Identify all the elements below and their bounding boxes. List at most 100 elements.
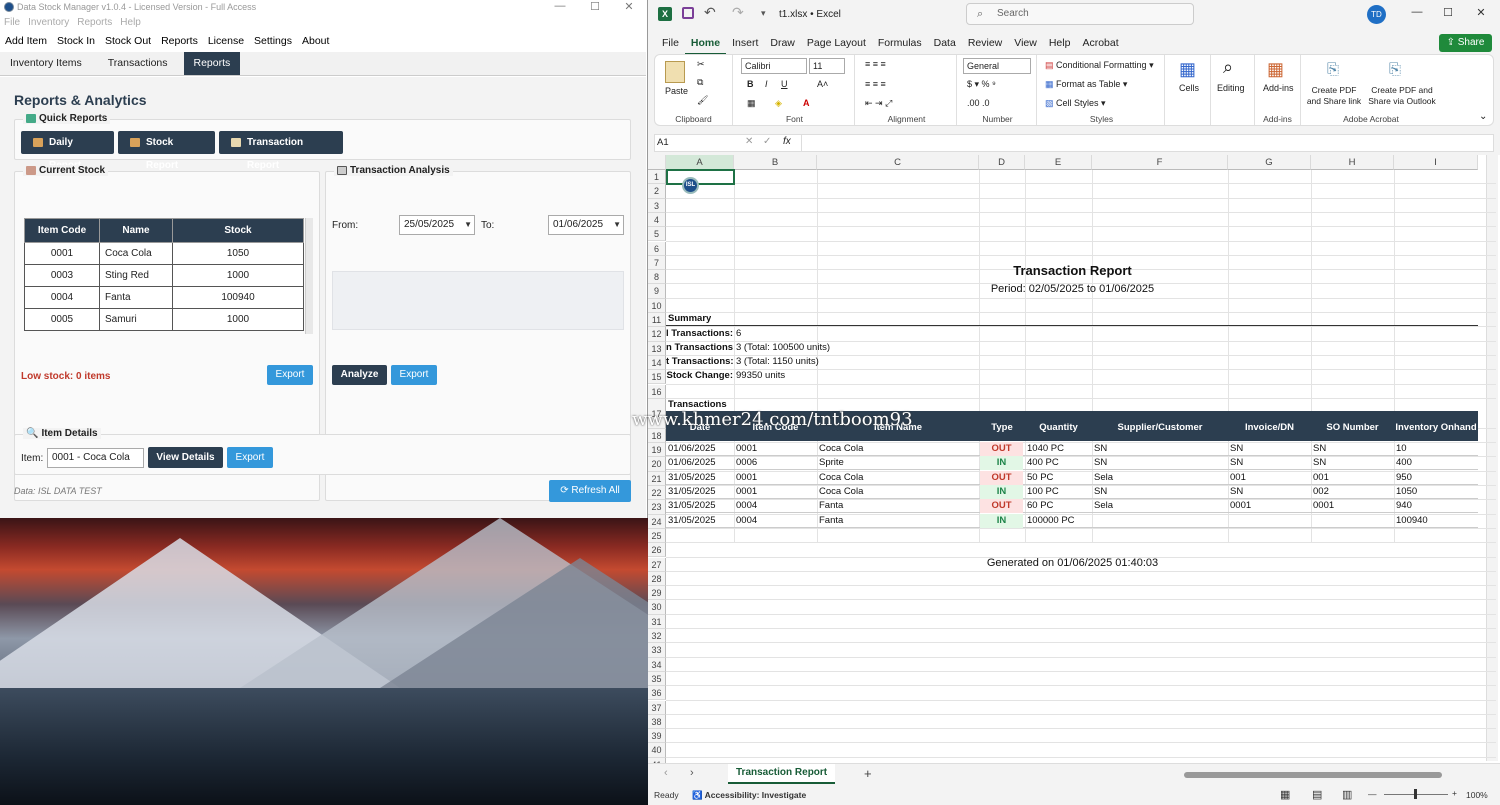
ribbon-tab-view[interactable]: View <box>1008 33 1043 53</box>
zoom-in-icon[interactable]: + <box>1452 788 1457 798</box>
add-sheet-icon[interactable]: + <box>864 766 872 781</box>
maximize-icon[interactable]: ☐ <box>1433 6 1463 22</box>
ribbon-tab-help[interactable]: Help <box>1043 33 1077 53</box>
minimize-icon[interactable]: — <box>1402 6 1432 22</box>
col-header-e[interactable]: E <box>1025 155 1092 170</box>
italic-icon[interactable]: I <box>765 79 768 89</box>
menu-stock-in[interactable]: Stock In <box>52 35 100 47</box>
tab-inventory-items[interactable]: Inventory Items <box>0 52 92 75</box>
view-details-button[interactable]: View Details <box>148 447 223 468</box>
format-as-table-button[interactable]: ▦ Format as Table ▾ <box>1045 79 1127 90</box>
row-header[interactable]: 24 <box>648 514 666 529</box>
underline-icon[interactable]: U <box>781 79 788 89</box>
horizontal-scrollbar[interactable] <box>1184 772 1442 778</box>
prev-sheet-icon[interactable]: ‹ <box>664 767 668 779</box>
row-header[interactable]: 18 <box>648 428 666 444</box>
row-header[interactable]: 11 <box>648 313 666 328</box>
row-header[interactable]: 22 <box>648 486 666 501</box>
row-header[interactable]: 25 <box>648 528 666 544</box>
ribbon-tab-draw[interactable]: Draw <box>764 33 801 53</box>
row-header[interactable]: 26 <box>648 543 666 558</box>
ribbon-tab-data[interactable]: Data <box>928 33 962 53</box>
row-header[interactable]: 10 <box>648 298 666 313</box>
daily-report-button[interactable]: Daily Report <box>21 131 114 171</box>
currency-icon[interactable]: $ ▾ % ⁹ <box>967 79 996 90</box>
cell-styles-button[interactable]: ▧ Cell Styles ▾ <box>1045 98 1106 109</box>
row-header[interactable]: 9 <box>648 284 666 299</box>
addins-icon[interactable]: ▦ <box>1267 59 1284 80</box>
col-name[interactable]: Name <box>99 218 173 243</box>
row-header[interactable]: 14 <box>648 355 666 371</box>
fx-icon[interactable]: fx <box>783 136 791 147</box>
page-break-icon[interactable]: ▥ <box>1342 788 1352 801</box>
row-header[interactable]: 33 <box>648 643 666 658</box>
font-name-select[interactable]: Calibri <box>741 58 807 74</box>
ribbon-tab-file[interactable]: File <box>656 33 685 53</box>
refresh-all-button[interactable]: ⟳ Refresh All <box>549 480 631 502</box>
row-header[interactable]: 21 <box>648 471 666 486</box>
col-header-c[interactable]: C <box>817 155 979 170</box>
tab-transactions[interactable]: Transactions <box>98 52 178 75</box>
fill-color-icon[interactable]: ◈ <box>775 98 782 109</box>
menu-settings[interactable]: Settings <box>249 35 297 47</box>
cells-icon[interactable]: ▦ <box>1179 59 1196 80</box>
menu-add-item[interactable]: Add Item <box>0 35 52 47</box>
col-header-b[interactable]: B <box>734 155 817 170</box>
row-header[interactable]: 30 <box>648 600 666 615</box>
ribbon-tab-home[interactable]: Home <box>684 33 727 55</box>
row-header[interactable]: 40 <box>648 743 666 758</box>
row-header[interactable]: 15 <box>648 370 666 385</box>
editing-label[interactable]: Editing <box>1217 83 1245 93</box>
row-header[interactable]: 23 <box>648 500 666 515</box>
addins-button-label[interactable]: Add-ins <box>1263 83 1294 93</box>
tab-reports[interactable]: Reports <box>183 52 241 75</box>
row-header[interactable]: 8 <box>648 270 666 285</box>
close-icon[interactable]: ✕ <box>1466 6 1496 22</box>
analyze-button[interactable]: Analyze <box>332 365 387 385</box>
menu-inventory[interactable]: Inventory <box>28 17 69 28</box>
menu-license[interactable]: License <box>203 35 249 47</box>
zoom-thumb[interactable] <box>1414 789 1417 799</box>
row-header[interactable]: 35 <box>648 671 666 687</box>
borders-icon[interactable]: ▦ <box>747 98 756 109</box>
undo-icon[interactable]: ↶ <box>704 4 716 21</box>
menu-stock-out[interactable]: Stock Out <box>100 35 156 47</box>
cancel-icon[interactable]: ✕ <box>745 136 753 147</box>
row-header[interactable]: 37 <box>648 700 666 715</box>
create-pdf-outlook-button[interactable]: Create PDF and Share via Outlook <box>1365 85 1439 107</box>
page-layout-icon[interactable]: ▤ <box>1312 788 1322 801</box>
col-header-i[interactable]: I <box>1394 155 1478 170</box>
col-stock[interactable]: Stock <box>172 218 304 243</box>
ribbon-tab-formulas[interactable]: Formulas <box>872 33 928 53</box>
name-box[interactable]: A1 <box>657 136 725 150</box>
row-header[interactable]: 3 <box>648 198 666 213</box>
copy-icon[interactable]: ⧉ <box>697 77 703 88</box>
ribbon-tab-page-layout[interactable]: Page Layout <box>801 33 872 53</box>
menu-reports[interactable]: Reports <box>77 17 112 28</box>
table-row[interactable]: 0005 Samuri 1000 <box>24 308 304 331</box>
row-header[interactable]: 28 <box>648 571 666 587</box>
decimal-icon[interactable]: .00 .0 <box>967 98 990 108</box>
enter-icon[interactable]: ✓ <box>763 136 771 147</box>
col-header-a[interactable]: A <box>666 155 734 170</box>
menu-file[interactable]: File <box>4 17 20 28</box>
paste-label[interactable]: Paste <box>665 86 688 96</box>
conditional-formatting-button[interactable]: ▤ Conditional Formatting ▾ <box>1045 60 1154 71</box>
avatar[interactable]: TD <box>1367 5 1386 24</box>
table-row[interactable]: 0001 Coca Cola 1050 <box>24 242 304 265</box>
row-header[interactable]: 32 <box>648 629 666 644</box>
row-header[interactable]: 27 <box>648 557 666 572</box>
zoom-out-icon[interactable]: — <box>1368 789 1377 799</box>
row-header[interactable]: 2 <box>648 184 666 199</box>
paste-icon[interactable] <box>665 61 685 83</box>
normal-view-icon[interactable]: ▦ <box>1280 788 1290 801</box>
ribbon-collapse-icon[interactable]: ⌄ <box>1479 111 1487 122</box>
row-header[interactable]: 16 <box>648 384 666 399</box>
align-top-icon[interactable]: ≡ ≡ ≡ <box>865 59 886 69</box>
row-header[interactable]: 31 <box>648 614 666 629</box>
transaction-report-button[interactable]: Transaction Report <box>219 131 343 171</box>
ribbon-tab-acrobat[interactable]: Acrobat <box>1076 33 1124 53</box>
font-grow-icon[interactable]: A˄ <box>817 79 828 89</box>
table-row[interactable]: 0004 Fanta 100940 <box>24 286 304 309</box>
sheet-tab-transaction-report[interactable]: Transaction Report <box>728 764 836 784</box>
